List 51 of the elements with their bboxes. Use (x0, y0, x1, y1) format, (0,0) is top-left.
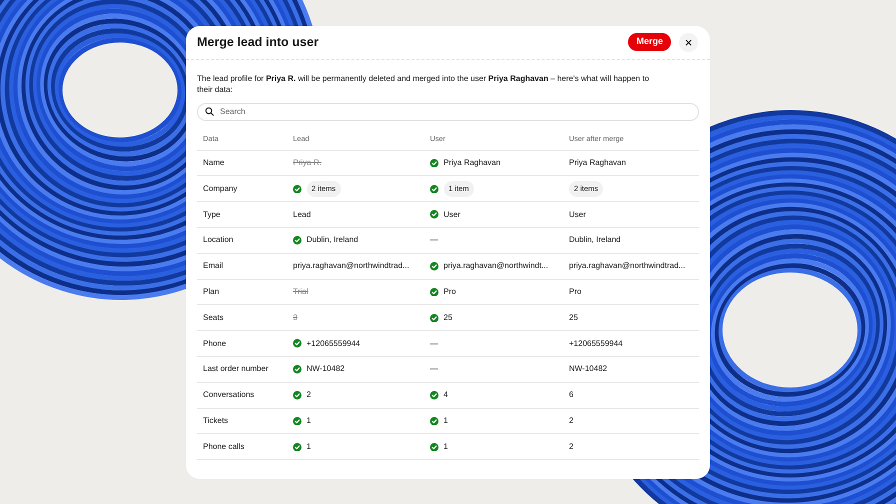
row-label: Plan (203, 286, 220, 298)
cell-value: NW-10482 (306, 363, 345, 376)
cell-value: 1 (444, 415, 448, 428)
cell-value: 2 (569, 415, 574, 428)
row-label: Last order number (203, 363, 268, 376)
cell-value: 3 (293, 312, 298, 324)
row-label: Company (203, 182, 238, 195)
dialog-title: Merge lead into user (197, 34, 320, 51)
row-label: Seats (203, 312, 224, 324)
row-label: Name (203, 157, 224, 170)
row-label: Tickets (203, 415, 228, 428)
row-label: Phone (203, 338, 226, 350)
cell-value: Priya Raghavan (569, 157, 626, 170)
close-button[interactable]: × (679, 32, 698, 52)
row-label: Phone calls (203, 440, 244, 453)
cell-value: priya.raghavan@northwindtrad... (293, 260, 410, 272)
cell-value: NW-10482 (569, 363, 608, 376)
description-text: The lead profile for Priya R. will be permanently deleted and merged into the user Priya Raghavan – here's what will happen to their data: (196, 72, 650, 96)
row-label: Location (203, 234, 234, 246)
cell-value: priya.raghavan@northwindtrad... (569, 260, 686, 272)
cell-value: priya.raghavan@northwindt... (444, 260, 548, 272)
cell-value: 2 (569, 440, 574, 453)
cell-value: 25 (569, 312, 578, 324)
cell-value: Pro (569, 286, 582, 298)
cell-value: Dublin, Ireland (569, 234, 621, 246)
cell-value: Priya R. (293, 157, 322, 170)
cell-value: +12065559944 (569, 338, 623, 350)
cell-value: 2 (306, 389, 311, 402)
cell-value: 1 (306, 415, 311, 428)
merge-button[interactable]: Merge (628, 33, 671, 51)
row-label: Conversations (203, 389, 254, 402)
cell-value: 1 (444, 440, 448, 453)
cell-value: Trial (293, 286, 308, 298)
cell-value: 25 (444, 312, 452, 324)
cell-value: 6 (569, 389, 574, 402)
cell-value: — (430, 234, 438, 246)
cell-value: Lead (293, 208, 311, 221)
row-label: Email (203, 260, 224, 272)
cell-value: User (569, 208, 586, 221)
cell-value: Pro (444, 286, 456, 298)
cell-value: Priya Raghavan (444, 157, 500, 170)
search-field[interactable]: Search (197, 102, 699, 121)
cell-value: Dublin, Ireland (306, 234, 358, 246)
cell-value: User (444, 208, 460, 221)
cell-value: 1 (306, 440, 311, 453)
cell-value: +12065559944 (306, 338, 360, 350)
cell-value: — (430, 338, 438, 350)
cell-value: — (430, 363, 438, 376)
row-label: Type (203, 208, 220, 221)
cell-value: 4 (444, 389, 448, 402)
search-icon (205, 107, 214, 116)
